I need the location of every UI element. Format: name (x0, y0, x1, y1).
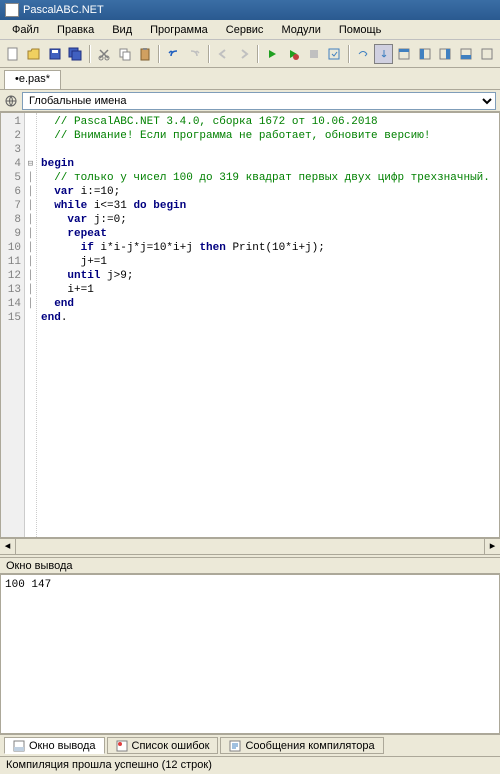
output-panel-header: Окно вывода (0, 558, 500, 574)
window5-button[interactable] (477, 44, 496, 64)
stop-button[interactable] (304, 44, 323, 64)
bottom-tab-output[interactable]: Окно вывода (4, 737, 105, 754)
compile-button[interactable] (325, 44, 344, 64)
save-all-button[interactable] (66, 44, 85, 64)
toolbar-sep (257, 45, 259, 63)
paste-button[interactable] (136, 44, 155, 64)
file-tab-bar: •e.pas* (0, 68, 500, 90)
output-icon (13, 740, 25, 752)
navigation-bar: Глобальные имена (0, 90, 500, 112)
bottom-tab-errors[interactable]: Список ошибок (107, 737, 219, 754)
run-debug-button[interactable] (284, 44, 303, 64)
save-button[interactable] (45, 44, 64, 64)
cut-button[interactable] (95, 44, 114, 64)
fold-gutter[interactable]: ⊟││││││││││ (25, 113, 37, 537)
errors-icon (116, 740, 128, 752)
nav-back-button[interactable] (214, 44, 233, 64)
window4-button[interactable] (457, 44, 476, 64)
bottom-tab-compiler[interactable]: Сообщения компилятора (220, 737, 383, 754)
status-bar: Компиляция прошла успешно (12 строк) (0, 756, 500, 774)
toolbar-sep (208, 45, 210, 63)
line-number-gutter: 123456789101112131415 (1, 113, 25, 537)
code-content[interactable]: // PascalABC.NET 3.4.0, сборка 1672 от 1… (37, 113, 499, 537)
redo-button[interactable] (185, 44, 204, 64)
code-editor[interactable]: 123456789101112131415 ⊟││││││││││ // Pas… (0, 112, 500, 538)
undo-button[interactable] (164, 44, 183, 64)
menu-service[interactable]: Сервис (218, 22, 272, 37)
app-icon (5, 3, 19, 17)
bottom-tab-label: Список ошибок (132, 740, 210, 752)
titlebar: PascalABC.NET (0, 0, 500, 20)
window1-button[interactable] (395, 44, 414, 64)
menu-program[interactable]: Программа (142, 22, 216, 37)
menu-view[interactable]: Вид (104, 22, 140, 37)
toolbar-sep (89, 45, 91, 63)
toolbar (0, 40, 500, 68)
menu-help[interactable]: Помощь (331, 22, 390, 37)
step-over-button[interactable] (354, 44, 373, 64)
globe-icon (4, 94, 18, 108)
file-tab[interactable]: •e.pas* (4, 70, 61, 89)
scroll-left-button[interactable]: ◂ (0, 539, 16, 554)
bottom-tab-bar: Окно вывода Список ошибок Сообщения компил… (0, 734, 500, 756)
bottom-tab-label: Сообщения компилятора (245, 740, 374, 752)
toolbar-sep (348, 45, 350, 63)
nav-fwd-button[interactable] (234, 44, 253, 64)
menu-edit[interactable]: Правка (49, 22, 102, 37)
menubar: Файл Правка Вид Программа Сервис Модули … (0, 20, 500, 40)
copy-button[interactable] (115, 44, 134, 64)
step-into-button[interactable] (374, 44, 393, 64)
open-file-button[interactable] (25, 44, 44, 64)
window3-button[interactable] (436, 44, 455, 64)
menu-file[interactable]: Файл (4, 22, 47, 37)
horizontal-scrollbar[interactable]: ◂ ▸ (0, 538, 500, 554)
window-title: PascalABC.NET (23, 4, 104, 16)
output-panel[interactable]: 100 147 (0, 574, 500, 734)
scope-dropdown[interactable]: Глобальные имена (22, 92, 496, 110)
new-file-button[interactable] (4, 44, 23, 64)
bottom-tab-label: Окно вывода (29, 740, 96, 752)
menu-modules[interactable]: Модули (273, 22, 328, 37)
toolbar-sep (158, 45, 160, 63)
window2-button[interactable] (416, 44, 435, 64)
run-button[interactable] (263, 44, 282, 64)
scroll-right-button[interactable]: ▸ (484, 539, 500, 554)
compiler-icon (229, 740, 241, 752)
